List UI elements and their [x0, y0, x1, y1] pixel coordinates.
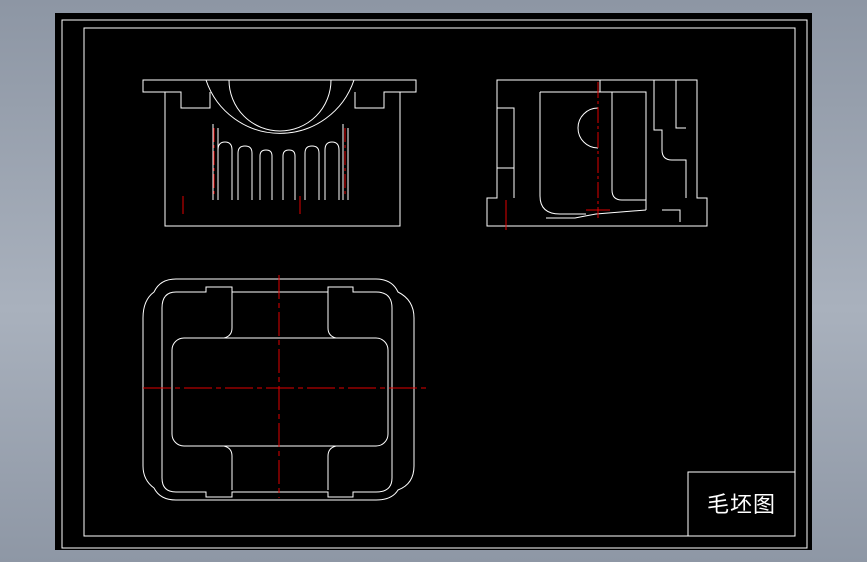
top-view: [142, 275, 428, 501]
front-view: [142, 79, 417, 227]
side-view-base-slot: [546, 209, 681, 222]
blank-drawing: [61, 19, 808, 549]
top-view-inner-contour: [161, 286, 393, 498]
side-view-inner-profile: [539, 91, 600, 215]
side-view-boss: [577, 107, 599, 149]
front-view-shoulder-right: [354, 91, 400, 109]
cad-viewport[interactable]: 毛坯图: [55, 13, 812, 550]
front-view-shoulder-left: [165, 91, 211, 109]
side-view-centerlines: [505, 82, 610, 230]
top-view-center-pocket: [171, 337, 389, 447]
drawing-title: 毛坯图: [706, 493, 776, 518]
side-view-left-block: [497, 107, 515, 198]
outer-frame: [61, 19, 808, 549]
side-view-web: [599, 80, 647, 210]
front-view-outline: [142, 79, 417, 227]
top-view-centerlines: [143, 275, 428, 498]
side-view-outline: [486, 79, 708, 227]
front-view-bore-inner: [228, 79, 332, 132]
front-view-centerlines: [182, 128, 346, 214]
top-view-top-boss: [223, 292, 337, 339]
top-view-bottom-boss: [223, 445, 337, 490]
side-view: [486, 79, 708, 230]
front-view-ribs: [212, 124, 349, 200]
side-view-right-block: [653, 80, 687, 198]
front-view-bore-outer: [205, 79, 355, 134]
inner-frame: [83, 27, 796, 537]
